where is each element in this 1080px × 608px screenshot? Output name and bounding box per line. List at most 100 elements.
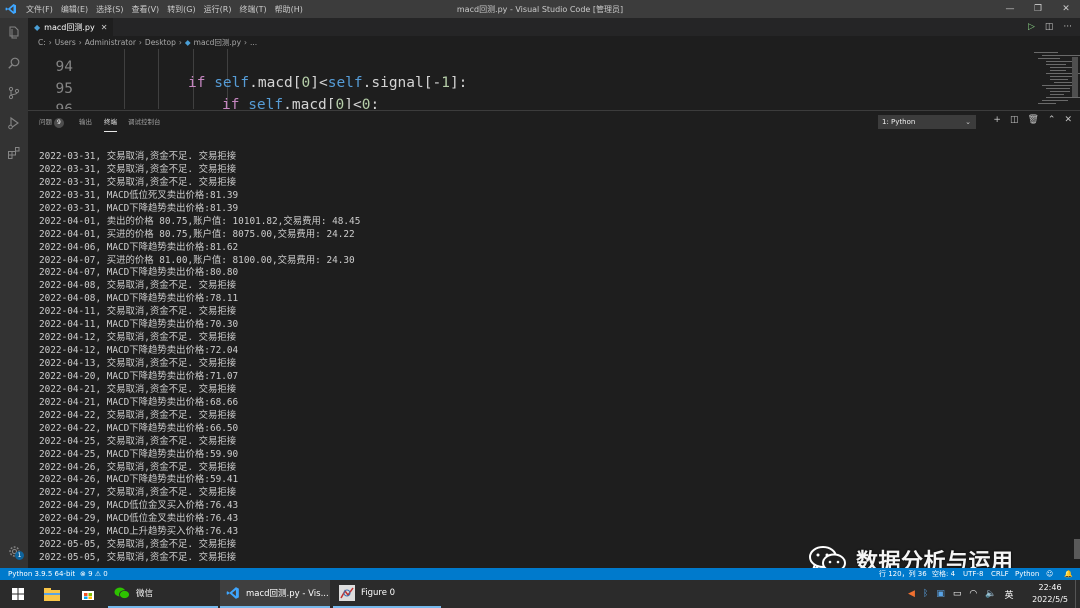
breadcrumb-administrator[interactable]: Administrator	[85, 38, 136, 47]
bluetooth-icon[interactable]: ᛒ	[923, 589, 928, 599]
menu-item[interactable]: 选择(S)	[92, 4, 127, 15]
terminal-line: 2022-04-12, MACD下降趋势卖出价格:72.04	[39, 345, 239, 357]
explorer-icon[interactable]	[0, 18, 28, 48]
close-window-button[interactable]: ✕	[1052, 0, 1080, 18]
terminal-line: 2022-04-11, 交易取消,资金不足. 交易拒接	[39, 306, 237, 318]
python-file-icon: ◆	[184, 38, 191, 47]
taskbar-figure[interactable]: Figure 0	[333, 580, 441, 608]
terminal-line: 2022-04-20, MACD下降趋势卖出价格:71.07	[39, 370, 239, 382]
breadcrumb-drive[interactable]: C:	[38, 38, 46, 47]
more-actions-icon[interactable]: ···	[1063, 22, 1072, 32]
trash-icon[interactable]: 🗑	[1027, 115, 1038, 125]
tab-output[interactable]: 输出	[79, 111, 92, 133]
menu-item[interactable]: 转到(G)	[163, 4, 199, 15]
window-controls: — ❐ ✕	[996, 0, 1080, 18]
terminal-line: 2022-04-07, MACD下降趋势卖出价格:80.80	[39, 267, 239, 279]
tab-problems[interactable]: 问题 9	[39, 111, 64, 133]
encoding[interactable]: UTF-8	[963, 568, 983, 580]
restore-button[interactable]: ❐	[1024, 0, 1052, 18]
show-desktop-button[interactable]	[1075, 580, 1078, 608]
terminal-line: 2022-04-21, MACD下降趋势卖出价格:68.66	[39, 396, 239, 408]
maximize-panel-icon[interactable]: ⌃	[1048, 115, 1056, 125]
terminal-line: 2022-04-26, MACD下降趋势卖出价格:59.41	[39, 474, 239, 486]
code-line: 96 self.sell(size=200)	[28, 86, 1080, 109]
file-explorer-icon[interactable]	[42, 580, 62, 608]
terminal-line: 2022-04-22, 交易取消,资金不足. 交易拒接	[39, 409, 237, 421]
menu-item[interactable]: 运行(R)	[200, 4, 236, 15]
terminal-line: 2022-04-22, MACD下降趋势卖出价格:66.50	[39, 422, 239, 434]
menu-item[interactable]: 终端(T)	[235, 4, 270, 15]
menu-item[interactable]: 文件(F)	[22, 4, 57, 15]
tray-arrow-icon[interactable]: ◀	[908, 589, 915, 599]
tab-terminal[interactable]: 终端	[104, 112, 117, 132]
terminal-line: 2022-03-31, MACD下降趋势卖出价格:81.39	[39, 202, 239, 214]
end-of-line[interactable]: CRLF	[991, 568, 1009, 580]
terminal-line: 2022-03-31, 交易取消,资金不足. 交易拒接	[39, 176, 237, 188]
menu-item[interactable]: 帮助(H)	[271, 4, 307, 15]
terminal-scrollbar[interactable]	[1074, 539, 1080, 559]
terminal-line: 2022-04-08, MACD下降趋势卖出价格:78.11	[39, 293, 239, 305]
menu-item[interactable]: 编辑(E)	[57, 4, 92, 15]
line-number: 96	[28, 102, 73, 109]
split-terminal-icon[interactable]: ◫	[1010, 115, 1019, 125]
taskbar-vscode[interactable]: macd回测.py - Vis...	[220, 580, 330, 608]
language-mode[interactable]: Python	[1015, 568, 1039, 580]
close-panel-icon[interactable]: ✕	[1064, 115, 1072, 125]
problems-status[interactable]: ⊗ 9 ⚠ 0	[80, 568, 108, 580]
menu-bar: 文件(F) 编辑(E) 选择(S) 查看(V) 转到(G) 运行(R) 终端(T) 帮助(H)	[22, 4, 307, 15]
breadcrumb-symbol[interactable]: ...	[250, 38, 257, 47]
terminal-output[interactable]: 2022-03-31, 交易取消,资金不足. 交易拒接 2022-03-31, 交…	[39, 151, 1039, 565]
python-interpreter[interactable]: Python 3.9.5 64-bit	[8, 568, 75, 580]
menu-item[interactable]: 查看(V)	[127, 4, 163, 15]
indentation[interactable]: 空格: 4	[932, 568, 955, 580]
editor-scrollbar[interactable]	[1072, 57, 1078, 97]
manage-gear-icon[interactable]: 1	[0, 540, 28, 562]
terminal-line: 2022-04-29, MACD低位金叉买入价格:76.43	[39, 500, 239, 512]
breadcrumb-file[interactable]: macd回测.py	[194, 37, 241, 48]
vscode-logo-icon	[0, 0, 22, 18]
activity-bar: 1	[0, 18, 28, 568]
taskbar-wechat[interactable]: 微信	[108, 580, 218, 608]
tab-debug-console[interactable]: 调试控制台	[128, 111, 161, 133]
terminal-line: 2022-04-21, 交易取消,资金不足. 交易拒接	[39, 383, 237, 395]
windows-start-icon[interactable]	[8, 580, 28, 608]
figure-window-icon	[339, 585, 355, 601]
wechat-icon	[114, 587, 130, 599]
feedback-icon[interactable]: ☺	[1046, 568, 1053, 580]
store-icon[interactable]	[78, 580, 98, 608]
extensions-icon[interactable]	[0, 138, 28, 168]
terminal-line: 2022-03-31, MACD低位死叉卖出价格:81.39	[39, 189, 239, 201]
terminal-line: 2022-04-26, 交易取消,资金不足. 交易拒接	[39, 461, 237, 473]
breadcrumb-users[interactable]: Users	[55, 38, 76, 47]
close-tab-icon[interactable]: ✕	[101, 23, 108, 32]
clock-date: 2022/5/5	[1032, 595, 1068, 604]
terminal-line: 2022-04-25, MACD下降趋势卖出价格:59.90	[39, 448, 239, 460]
tab-problems-label: 问题	[39, 118, 52, 126]
tab-label: macd回测.py	[44, 22, 95, 32]
search-icon[interactable]	[0, 48, 28, 78]
run-file-icon[interactable]: ▷	[1028, 22, 1035, 32]
new-terminal-icon[interactable]: +	[993, 115, 1001, 125]
source-control-icon[interactable]	[0, 78, 28, 108]
bell-icon[interactable]: 🔔	[1064, 568, 1073, 580]
terminal-select[interactable]: 1: Python ⌄	[878, 115, 976, 129]
tray-app-icon[interactable]: ▣	[936, 589, 945, 599]
code-editor[interactable]: 94 if self.macd[0]<self.signal[-1]: 95 i…	[28, 49, 1080, 109]
tab-macd-file[interactable]: ◆ macd回测.py ✕	[28, 18, 114, 36]
code-line: 95 if self.macd[0]<0:	[28, 65, 1080, 109]
minimize-button[interactable]: —	[996, 0, 1024, 18]
terminal-line: 2022-03-31, 交易取消,资金不足. 交易拒接	[39, 151, 237, 162]
cursor-position[interactable]: 行 120，列 36	[879, 568, 927, 580]
battery-icon[interactable]: ▭	[953, 589, 962, 599]
ime-indicator[interactable]: 英	[1004, 588, 1013, 601]
terminal-line: 2022-04-29, MACD上升趋势买入价格:76.43	[39, 526, 239, 538]
terminal-line: 2022-04-27, 交易取消,资金不足. 交易拒接	[39, 487, 237, 499]
breadcrumb-desktop[interactable]: Desktop	[145, 38, 176, 47]
run-debug-icon[interactable]	[0, 108, 28, 138]
system-clock[interactable]: 22:46 2022/5/5	[1032, 582, 1068, 606]
system-tray: ◀ ᛒ ▣ ▭ ◠ 🔈 英	[908, 580, 1013, 608]
network-icon[interactable]: ◠	[969, 589, 977, 599]
split-editor-icon[interactable]: ◫	[1045, 22, 1054, 32]
terminal-line: 2022-04-29, MACD低位金叉卖出价格:76.43	[39, 513, 239, 525]
volume-icon[interactable]: 🔈	[985, 589, 996, 599]
